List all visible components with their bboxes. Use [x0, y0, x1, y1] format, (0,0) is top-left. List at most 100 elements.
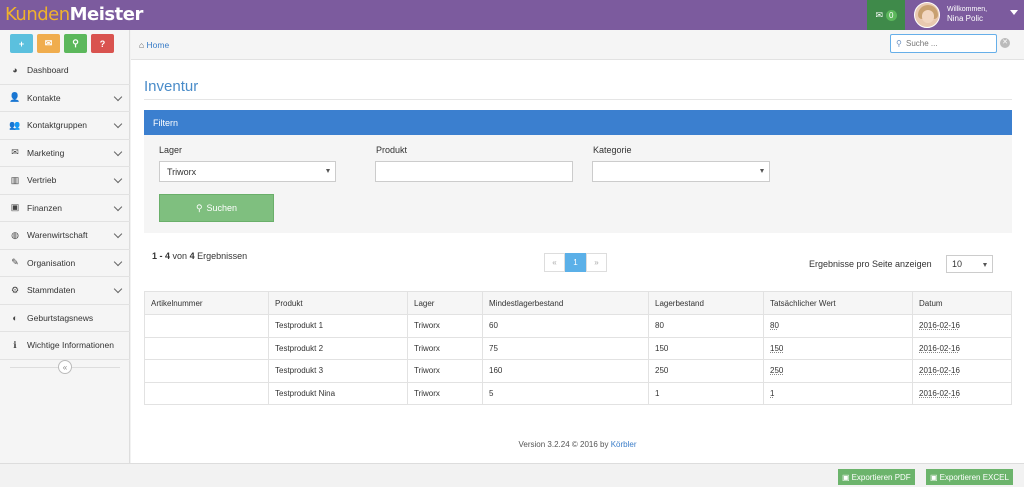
export-pdf-button[interactable]: ▣ Exportieren PDF — [838, 469, 915, 485]
sidebar-item-stammdaten[interactable]: ⚙ Stammdaten — [0, 277, 130, 305]
column-header[interactable]: Mindestlagerbestand — [482, 291, 649, 315]
editable-cell[interactable]: 2016-02-16 — [912, 359, 1012, 383]
dashboard-icon: ◕ — [12, 65, 18, 76]
bar-chart-icon: ▥ — [10, 174, 20, 185]
export-excel-button[interactable]: ▣ Exportieren EXCEL — [926, 469, 1013, 485]
editable-cell[interactable]: 250 — [763, 359, 913, 383]
app-logo[interactable]: KundenMeister — [5, 5, 143, 25]
table-cell — [144, 314, 269, 338]
double-chevron-left-icon: « — [62, 362, 68, 372]
column-header[interactable]: Artikelnummer — [144, 291, 269, 315]
messages-button[interactable]: ✉ — [37, 34, 60, 53]
welcome-text: Willkommen, — [947, 6, 988, 13]
table-row[interactable]: Testprodukt 1 Triworx 60 80 80 2016-02-1… — [144, 314, 1012, 338]
search-button-label: Suchen — [206, 203, 238, 213]
save-icon: ▣ — [842, 472, 850, 482]
chevron-down-icon — [113, 257, 123, 266]
pagination: « 1 » — [544, 253, 607, 272]
column-header[interactable]: Datum — [912, 291, 1012, 315]
editable-cell[interactable]: 2016-02-16 — [912, 314, 1012, 338]
main-content: Inventur Filtern Lager Triworx Produkt K… — [131, 60, 1024, 463]
kategorie-select[interactable] — [592, 161, 770, 182]
pager-prev[interactable]: « — [544, 253, 565, 272]
user-icon: 👤 — [9, 92, 21, 103]
sidebar-item-kontakte[interactable]: 👤 Kontakte — [0, 85, 130, 112]
chat-icon: ✉ — [875, 9, 884, 20]
page-title: Inventur — [144, 78, 199, 95]
per-page-value: 10 — [952, 259, 963, 269]
produkt-input[interactable] — [375, 161, 573, 182]
table-cell — [144, 336, 269, 360]
notifications-button[interactable]: ✉ 0 — [867, 0, 905, 30]
collapse-sidebar-button[interactable]: « — [58, 360, 72, 374]
lager-select[interactable]: Triworx — [159, 161, 336, 182]
sidebar: + ✉ ⚲ ? ◕ Dashboard 👤 Kontakte 👥 Kontaktgru… — [0, 30, 130, 463]
table-cell: 160 — [482, 359, 649, 383]
company-link[interactable]: Körbler — [611, 440, 637, 449]
search-input[interactable] — [906, 37, 994, 50]
table-cell: 150 — [648, 336, 764, 360]
table-cell: 250 — [648, 359, 764, 383]
sidebar-item-label: Marketing — [27, 147, 65, 158]
editable-cell[interactable]: 150 — [763, 336, 913, 360]
user-menu[interactable]: Willkommen, Nina Polic — [906, 0, 1024, 30]
sidebar-item-wichtige-informationen[interactable]: ℹ Wichtige Informationen — [0, 332, 130, 360]
info-icon: ℹ — [13, 339, 17, 350]
table-row[interactable]: Testprodukt 3 Triworx 160 250 250 2016-0… — [144, 359, 1012, 383]
table-row[interactable]: Testprodukt 2 Triworx 75 150 150 2016-02… — [144, 336, 1012, 360]
sidebar-item-vertrieb[interactable]: ▥ Vertrieb — [0, 167, 130, 195]
message-icon: ✉ — [44, 38, 53, 48]
search-button[interactable]: ⚲ Suchen — [159, 194, 274, 222]
users-icon: 👥 — [9, 119, 21, 130]
sidebar-item-kontaktgruppen[interactable]: 👥 Kontaktgruppen — [0, 112, 130, 140]
editable-cell[interactable]: 2016-02-16 — [912, 381, 1012, 405]
sidebar-item-dashboard[interactable]: ◕ Dashboard — [0, 57, 130, 85]
home-icon: ⌂ — [139, 40, 145, 50]
breadcrumb[interactable]: ⌂ Home — [139, 40, 169, 50]
chevron-down-icon — [113, 229, 123, 239]
filter-panel-header[interactable]: Filtern — [144, 110, 1012, 135]
column-header[interactable]: Tatsächlicher Wert — [763, 291, 913, 315]
caret-down-icon[interactable] — [1010, 10, 1018, 15]
column-header[interactable]: Lagerbestand — [648, 291, 764, 315]
kategorie-label: Kategorie — [593, 145, 632, 155]
footer-bar: ▣ Exportieren PDF ▣ Exportieren EXCEL — [0, 463, 1024, 487]
search-icon: ⚲ — [195, 202, 203, 213]
sidebar-item-warenwirtschaft[interactable]: ◍ Warenwirtschaft — [0, 222, 130, 250]
help-button[interactable]: ? — [91, 34, 114, 53]
produkt-label: Produkt — [376, 145, 408, 155]
sidebar-item-geburtstagsnews[interactable]: ◐ Geburtstagsnews — [0, 305, 130, 332]
table-cell: Triworx — [407, 381, 483, 405]
sidebar-item-finanzen[interactable]: ▣ Finanzen — [0, 195, 130, 222]
sidebar-item-organisation[interactable]: ✎ Organisation — [0, 250, 130, 277]
sidebar-item-label: Warenwirtschaft — [27, 230, 88, 241]
quick-search-button[interactable]: ⚲ — [64, 34, 87, 53]
search-icon: ⚲ — [896, 39, 902, 48]
column-header[interactable]: Lager — [407, 291, 483, 315]
table-cell: Triworx — [407, 336, 483, 360]
chevron-down-icon — [113, 147, 123, 156]
table-cell: Testprodukt 1 — [268, 314, 408, 338]
sidebar-item-label: Vertrieb — [27, 175, 57, 186]
search-box[interactable]: ⚲ — [890, 34, 997, 53]
editable-cell[interactable]: 80 — [763, 314, 913, 338]
per-page-select[interactable]: 10 — [946, 255, 993, 273]
table-cell: 5 — [482, 381, 649, 405]
question-icon: ? — [99, 38, 106, 49]
editable-cell[interactable]: 2016-02-16 — [912, 336, 1012, 360]
clear-search-icon[interactable]: ✕ — [1000, 38, 1010, 48]
column-header[interactable]: Produkt — [268, 291, 408, 315]
sidebar-item-label: Finanzen — [27, 202, 62, 213]
sidebar-nav: ◕ Dashboard 👤 Kontakte 👥 Kontaktgruppen ✉ Ma… — [0, 57, 130, 360]
editable-cell[interactable]: 1 — [763, 381, 913, 405]
caret-down-icon — [326, 169, 330, 173]
edit-icon: ✎ — [11, 257, 19, 268]
table-header-row: Artikelnummer Produkt Lager Mindestlager… — [144, 291, 1012, 315]
export-pdf-label: Exportieren PDF — [851, 472, 911, 482]
pager-next[interactable]: » — [586, 253, 607, 272]
add-button[interactable]: + — [10, 34, 33, 53]
sidebar-item-marketing[interactable]: ✉ Marketing — [0, 140, 130, 167]
table-cell — [144, 381, 269, 405]
table-row[interactable]: Testprodukt Nina Triworx 5 1 1 2016-02-1… — [144, 381, 1012, 405]
pager-page-1[interactable]: 1 — [565, 253, 586, 272]
